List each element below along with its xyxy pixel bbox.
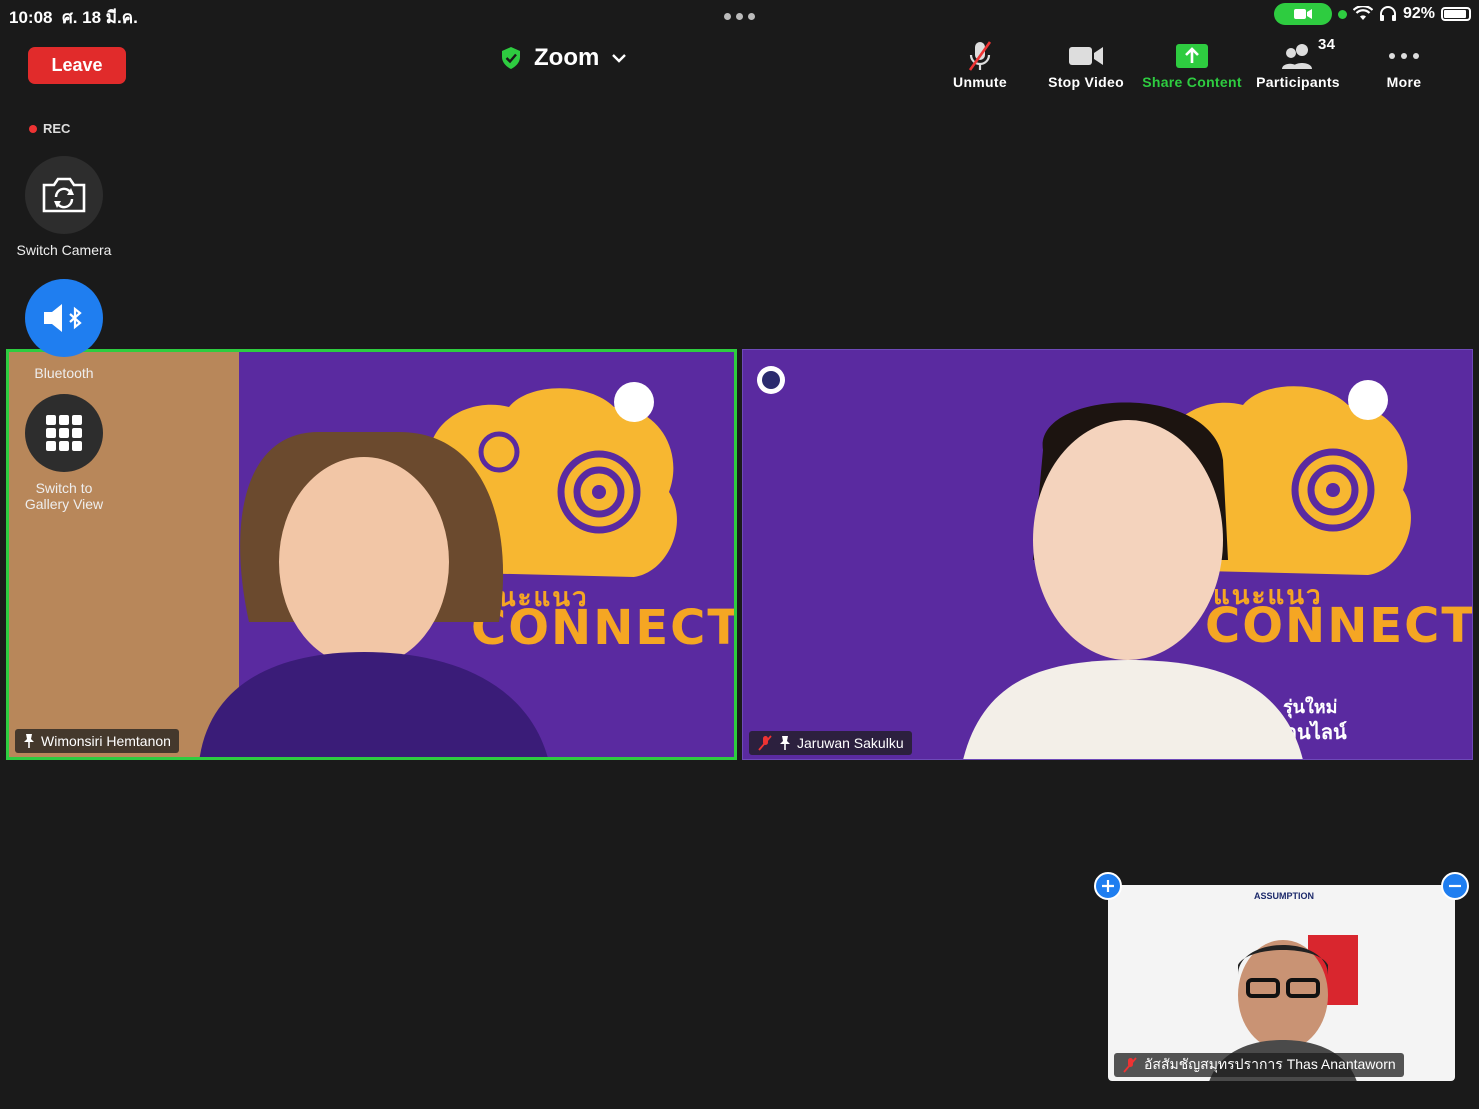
participant-name: อัสสัมชัญสมุทรปราการ Thas Anantaworn: [1144, 1056, 1396, 1072]
bluetooth-circle[interactable]: [25, 279, 103, 357]
status-indicators: 92%: [1273, 3, 1471, 25]
meeting-title[interactable]: Zoom: [500, 44, 627, 72]
participants-label: Participants: [1256, 74, 1340, 90]
video-tile-participant[interactable]: แนะแนว CONNECT รุ่นใหม่ ออนไลน์ Jaruwan …: [742, 349, 1473, 760]
chevron-down-icon: [612, 54, 627, 63]
pin-icon: [24, 734, 34, 748]
multitasking-dots[interactable]: [724, 13, 755, 20]
floating-video-tile[interactable]: ASSUMPTION อัสสัมชัญสมุทรปราการ Thas Ana…: [1108, 885, 1455, 1081]
status-time: 10:08 ศ. 18 มี.ค.: [9, 8, 138, 27]
wifi-icon: [1352, 6, 1373, 20]
recording-indicator: REC: [29, 121, 70, 136]
recording-dot-icon: [29, 124, 37, 133]
bluetooth-audio-button[interactable]: Bluetooth: [14, 279, 114, 381]
stop-video-button[interactable]: Stop Video: [1033, 38, 1139, 90]
pin-icon: [780, 736, 790, 750]
shield-check-icon: [502, 47, 520, 69]
bluetooth-label: Bluetooth: [34, 365, 94, 381]
video-camera-icon: [1069, 47, 1103, 65]
battery-icon: [1441, 7, 1471, 21]
participant-name-tag: Jaruwan Sakulku: [749, 731, 912, 755]
microphone-muted-icon: [968, 41, 992, 71]
switch-camera-circle[interactable]: [25, 156, 103, 234]
participant-name: Wimonsiri Hemtanon: [41, 733, 171, 749]
grid-icon: [46, 415, 82, 451]
camera-active-icon: [1273, 3, 1332, 25]
minus-icon: [1449, 884, 1461, 888]
unmute-button[interactable]: Unmute: [927, 38, 1033, 90]
participants-button[interactable]: 34 Participants: [1245, 36, 1351, 90]
participant-name-tag: Wimonsiri Hemtanon: [15, 729, 179, 753]
more-button[interactable]: More: [1351, 38, 1457, 90]
switch-gallery-view-button[interactable]: Switch to Gallery View: [14, 394, 114, 512]
battery-percent: 92%: [1402, 5, 1435, 22]
meeting-toolbar: Unmute Stop Video Share Content 34 Parti…: [927, 36, 1457, 90]
microphone-muted-icon: [758, 735, 772, 751]
participant-silhouette: [199, 432, 548, 757]
stop-video-label: Stop Video: [1048, 74, 1124, 90]
microphone-muted-icon: [1123, 1057, 1137, 1073]
university-logo: [757, 366, 785, 394]
participants-icon: [1282, 44, 1312, 69]
meeting-title-label: Zoom: [534, 44, 600, 71]
gallery-label-line2: Gallery View: [24, 496, 104, 512]
pip-expand-button[interactable]: [1094, 872, 1122, 900]
headphones-icon: [1379, 6, 1396, 21]
participant-name-tag: อัสสัมชัญสมุทรปราการ Thas Anantaworn: [1114, 1053, 1404, 1077]
camera-switch-icon: [42, 177, 86, 213]
video-tile-speaker[interactable]: แนะแนว CONNECT Wimonsiri Hemtanon: [6, 349, 737, 760]
participant-name: Jaruwan Sakulku: [797, 735, 904, 751]
plus-icon: [1102, 880, 1114, 892]
pip-minimize-button[interactable]: [1441, 872, 1469, 900]
switch-camera-button[interactable]: Switch Camera: [14, 156, 114, 258]
leave-button[interactable]: Leave: [28, 47, 126, 84]
unmute-label: Unmute: [953, 74, 1007, 90]
pip-school-header: ASSUMPTION: [1254, 891, 1315, 901]
more-dots-icon: [1389, 53, 1419, 59]
share-content-label: Share Content: [1142, 74, 1242, 90]
gallery-view-circle[interactable]: [25, 394, 103, 472]
speaker-bluetooth-icon: [44, 304, 82, 332]
switch-camera-label: Switch Camera: [16, 242, 112, 258]
participant-count: 34: [1318, 36, 1336, 53]
gallery-label-line1: Switch to: [35, 480, 93, 496]
rec-label: REC: [43, 121, 71, 136]
share-content-button[interactable]: Share Content: [1139, 38, 1245, 90]
share-arrow-icon: [1176, 44, 1208, 68]
status-bar: 10:08 ศ. 18 มี.ค. 92%: [0, 0, 1479, 30]
privacy-indicator-icon: [1337, 9, 1347, 19]
participant-silhouette: [963, 402, 1303, 759]
more-label: More: [1386, 74, 1422, 90]
